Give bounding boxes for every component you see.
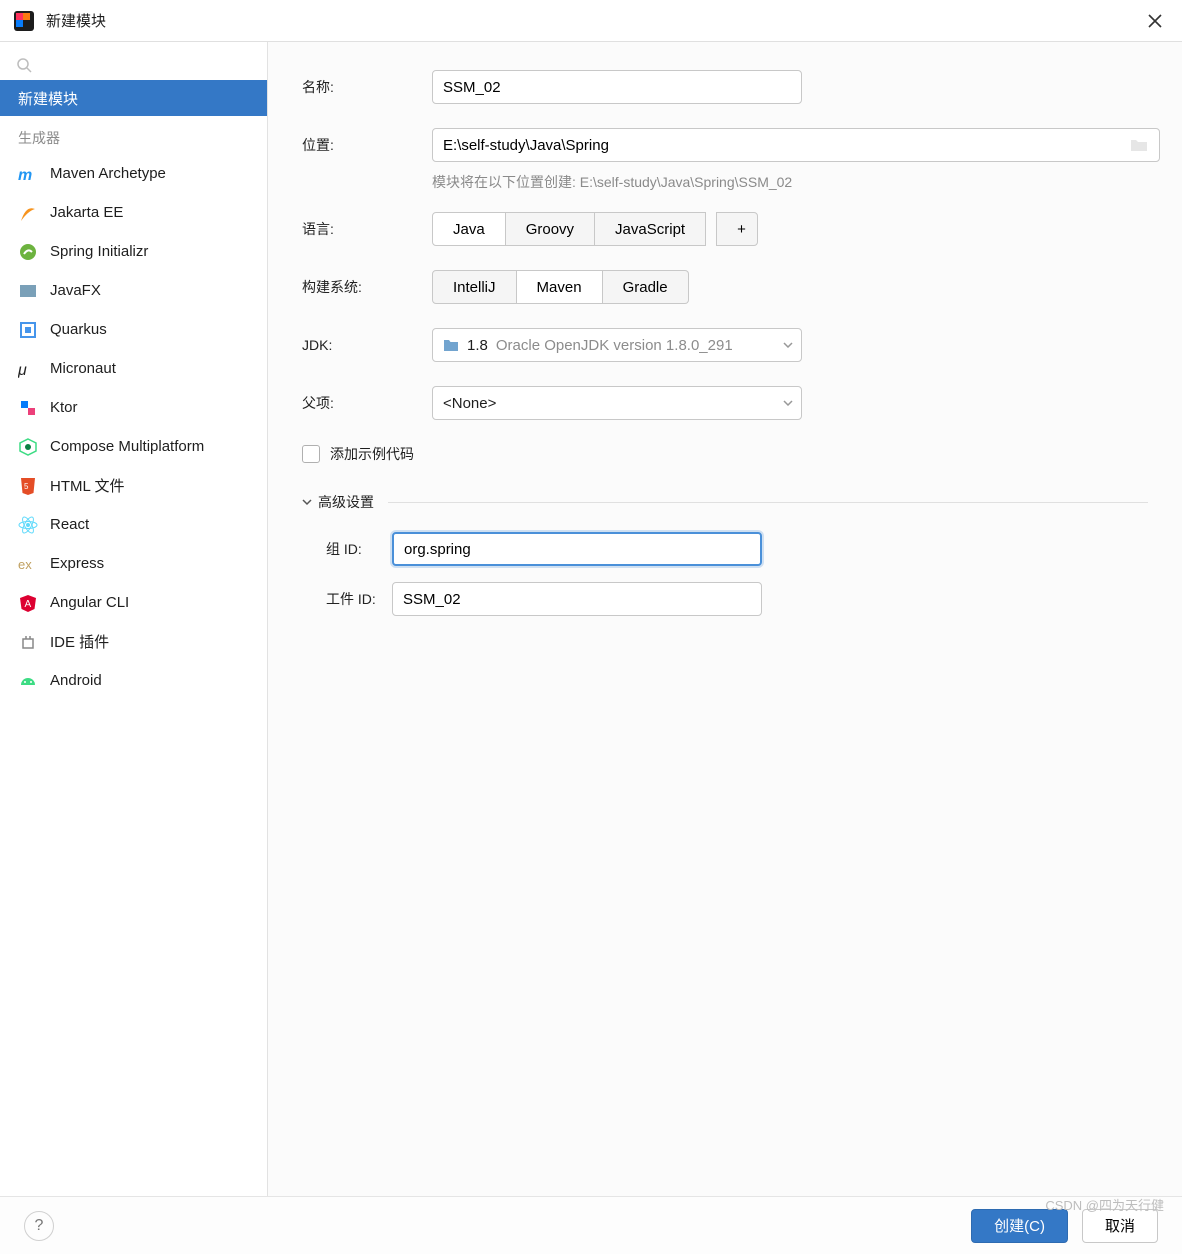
add-language-button[interactable]: + <box>716 212 758 246</box>
sidebar-item-angular-cli[interactable]: A Angular CLI <box>0 583 267 622</box>
sample-code-label: 添加示例代码 <box>330 444 414 464</box>
javafx-icon <box>18 281 38 301</box>
location-hint: 模块将在以下位置创建: E:\self-study\Java\Spring\SS… <box>432 172 1148 192</box>
main-panel: 名称: 位置: 模块将在以下位置创建: E:\self-study\Java\S… <box>268 42 1182 1196</box>
sidebar-item-label: Ktor <box>50 399 78 416</box>
help-button[interactable]: ? <box>24 1211 54 1241</box>
parent-value: <None> <box>443 395 496 412</box>
location-input[interactable] <box>432 128 1160 162</box>
chevron-down-icon <box>783 342 793 348</box>
close-button[interactable] <box>1142 8 1168 34</box>
spring-icon <box>18 242 38 262</box>
name-input[interactable] <box>432 70 802 104</box>
chevron-down-icon <box>783 400 793 406</box>
sidebar-section-label: 生成器 <box>0 116 267 154</box>
android-icon <box>18 671 38 691</box>
language-option-javascript[interactable]: JavaScript <box>595 212 706 246</box>
react-icon <box>18 515 38 535</box>
folder-open-icon[interactable] <box>1130 136 1148 154</box>
sidebar-item-label: 新建模块 <box>18 88 78 109</box>
sidebar-item-label: Compose Multiplatform <box>50 438 204 455</box>
sidebar-item-label: React <box>50 516 89 533</box>
advanced-section-toggle[interactable]: 高级设置 <box>302 492 1148 512</box>
sidebar-item-compose-multiplatform[interactable]: Compose Multiplatform <box>0 427 267 466</box>
sidebar-item-react[interactable]: React <box>0 505 267 544</box>
group-id-label: 组 ID: <box>302 539 392 559</box>
sidebar-item-micronaut[interactable]: μ Micronaut <box>0 349 267 388</box>
advanced-label: 高级设置 <box>318 492 374 512</box>
sidebar-item-ktor[interactable]: Ktor <box>0 388 267 427</box>
sidebar-item-label: Maven Archetype <box>50 165 166 182</box>
parent-select[interactable]: <None> <box>432 386 802 420</box>
sidebar-item-html-文件[interactable]: 5 HTML 文件 <box>0 466 267 505</box>
sidebar-item-label: JavaFX <box>50 282 101 299</box>
chevron-down-icon <box>302 497 312 507</box>
titlebar: 新建模块 <box>0 0 1182 42</box>
sidebar-item-label: HTML 文件 <box>50 475 124 496</box>
sidebar-item-label: Quarkus <box>50 321 107 338</box>
svg-text:A: A <box>25 599 32 610</box>
quarkus-icon <box>18 320 38 340</box>
window-title: 新建模块 <box>46 10 106 31</box>
sidebar-item-spring-initializr[interactable]: Spring Initializr <box>0 232 267 271</box>
cancel-button[interactable]: 取消 <box>1082 1209 1158 1243</box>
name-label: 名称: <box>302 77 432 97</box>
sidebar-search[interactable] <box>10 50 257 80</box>
sidebar-item-label: Angular CLI <box>50 594 129 611</box>
svg-text:m: m <box>18 167 32 184</box>
app-icon <box>14 11 34 31</box>
group-id-input[interactable] <box>392 532 762 566</box>
maven-icon: m <box>18 164 38 184</box>
sidebar-item-maven-archetype[interactable]: m Maven Archetype <box>0 154 267 193</box>
search-icon <box>16 57 32 73</box>
artifact-id-input[interactable] <box>392 582 762 616</box>
language-label: 语言: <box>302 219 432 239</box>
jakarta-icon <box>18 203 38 223</box>
sidebar-item-quarkus[interactable]: Quarkus <box>0 310 267 349</box>
sidebar-item-label: IDE 插件 <box>50 631 109 652</box>
compose-icon <box>18 437 38 457</box>
angular-icon: A <box>18 593 38 613</box>
build-option-gradle[interactable]: Gradle <box>603 270 689 304</box>
jdk-label: JDK: <box>302 337 432 353</box>
footer: ? 创建(C) 取消 <box>0 1196 1182 1254</box>
sidebar-item-label: Spring Initializr <box>50 243 148 260</box>
sidebar-item-label: Micronaut <box>50 360 116 377</box>
micronaut-icon: μ <box>18 359 38 379</box>
language-option-groovy[interactable]: Groovy <box>506 212 595 246</box>
sidebar-item-label: Android <box>50 672 102 689</box>
create-button[interactable]: 创建(C) <box>971 1209 1068 1243</box>
sidebar-item-android[interactable]: Android <box>0 661 267 700</box>
sidebar-item-express[interactable]: ex Express <box>0 544 267 583</box>
build-buttons: IntelliJMavenGradle <box>432 270 689 304</box>
ktor-icon <box>18 398 38 418</box>
sidebar-item-new-module[interactable]: 新建模块 <box>0 80 267 116</box>
html-icon: 5 <box>18 476 38 496</box>
build-label: 构建系统: <box>302 277 432 297</box>
jdk-version: 1.8 <box>467 337 488 354</box>
sample-code-checkbox[interactable] <box>302 445 320 463</box>
jdk-select[interactable]: 1.8 Oracle OpenJDK version 1.8.0_291 <box>432 328 802 362</box>
folder-icon <box>443 338 459 352</box>
close-icon <box>1148 14 1162 28</box>
svg-text:μ: μ <box>18 362 27 379</box>
build-option-intellij[interactable]: IntelliJ <box>432 270 517 304</box>
sidebar-item-label: Express <box>50 555 104 572</box>
plugin-icon <box>18 632 38 652</box>
sidebar: 新建模块 生成器 m Maven Archetype Jakarta EE Sprin… <box>0 42 268 1196</box>
sidebar-item-javafx[interactable]: JavaFX <box>0 271 267 310</box>
sidebar-item-jakarta-ee[interactable]: Jakarta EE <box>0 193 267 232</box>
language-option-java[interactable]: Java <box>432 212 506 246</box>
location-label: 位置: <box>302 135 432 155</box>
artifact-id-label: 工件 ID: <box>302 589 392 609</box>
parent-label: 父项: <box>302 393 432 413</box>
express-icon: ex <box>18 554 38 574</box>
jdk-desc: Oracle OpenJDK version 1.8.0_291 <box>496 337 733 354</box>
sidebar-item-ide-插件[interactable]: IDE 插件 <box>0 622 267 661</box>
svg-text:ex: ex <box>18 557 32 572</box>
svg-text:5: 5 <box>24 482 29 491</box>
language-buttons: JavaGroovyJavaScript + <box>432 212 758 246</box>
build-option-maven[interactable]: Maven <box>517 270 603 304</box>
sidebar-item-label: Jakarta EE <box>50 204 123 221</box>
